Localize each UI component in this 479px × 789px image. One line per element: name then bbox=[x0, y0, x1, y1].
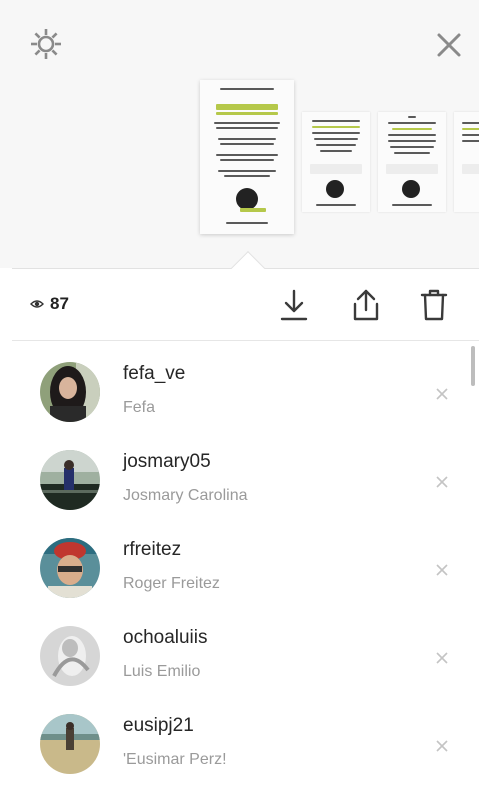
viewer-full-name: Luis Emilio bbox=[123, 663, 201, 680]
scrollbar[interactable] bbox=[471, 346, 475, 386]
close-icon[interactable] bbox=[435, 739, 449, 753]
list-item[interactable]: josmary05 Josmary Carolina bbox=[0, 432, 479, 520]
story-thumbnails bbox=[0, 0, 479, 268]
list-item[interactable]: fefa_ve Fefa bbox=[0, 344, 479, 432]
story-thumbnail[interactable] bbox=[378, 112, 446, 212]
download-button[interactable] bbox=[276, 285, 312, 325]
close-icon[interactable] bbox=[435, 563, 449, 577]
story-thumbnail[interactable] bbox=[454, 112, 479, 212]
views-counter[interactable]: 87 bbox=[30, 292, 69, 316]
avatar[interactable] bbox=[40, 362, 100, 422]
story-thumbnail[interactable] bbox=[302, 112, 370, 212]
viewer-username[interactable]: fefa_ve bbox=[123, 363, 185, 385]
viewer-full-name: Fefa bbox=[123, 399, 156, 416]
delete-button[interactable] bbox=[416, 285, 452, 325]
viewer-full-name: Roger Freitez bbox=[123, 575, 220, 592]
viewers-list[interactable]: fefa_ve Fefa josmary05 Josmary Carolina bbox=[0, 344, 479, 789]
story-thumbnail-current[interactable] bbox=[200, 80, 294, 234]
share-icon bbox=[353, 289, 379, 321]
viewer-username[interactable]: eusipj21 bbox=[123, 715, 194, 737]
eye-icon bbox=[30, 300, 44, 308]
avatar[interactable] bbox=[40, 714, 100, 774]
avatar[interactable] bbox=[40, 626, 100, 686]
list-item[interactable]: eusipj21 'Eusimar Perz! bbox=[0, 696, 479, 784]
viewer-username[interactable]: rfreitez bbox=[123, 539, 181, 561]
share-button[interactable] bbox=[348, 285, 384, 325]
avatar[interactable] bbox=[40, 538, 100, 598]
close-icon[interactable] bbox=[435, 651, 449, 665]
viewer-full-name: Josmary Carolina bbox=[123, 487, 248, 504]
viewer-full-name: 'Eusimar Perz! bbox=[123, 751, 227, 768]
viewer-username[interactable]: josmary05 bbox=[123, 451, 211, 473]
close-icon[interactable] bbox=[435, 475, 449, 489]
close-icon[interactable] bbox=[435, 387, 449, 401]
download-icon bbox=[280, 289, 308, 321]
list-item[interactable]: rfreitez Roger Freitez bbox=[0, 520, 479, 608]
viewer-username[interactable]: ochoaluiis bbox=[123, 627, 208, 649]
views-count: 87 bbox=[50, 294, 69, 313]
avatar[interactable] bbox=[40, 450, 100, 510]
divider bbox=[12, 340, 479, 341]
list-item[interactable]: ochoaluiis Luis Emilio bbox=[0, 608, 479, 696]
trash-icon bbox=[420, 289, 448, 321]
